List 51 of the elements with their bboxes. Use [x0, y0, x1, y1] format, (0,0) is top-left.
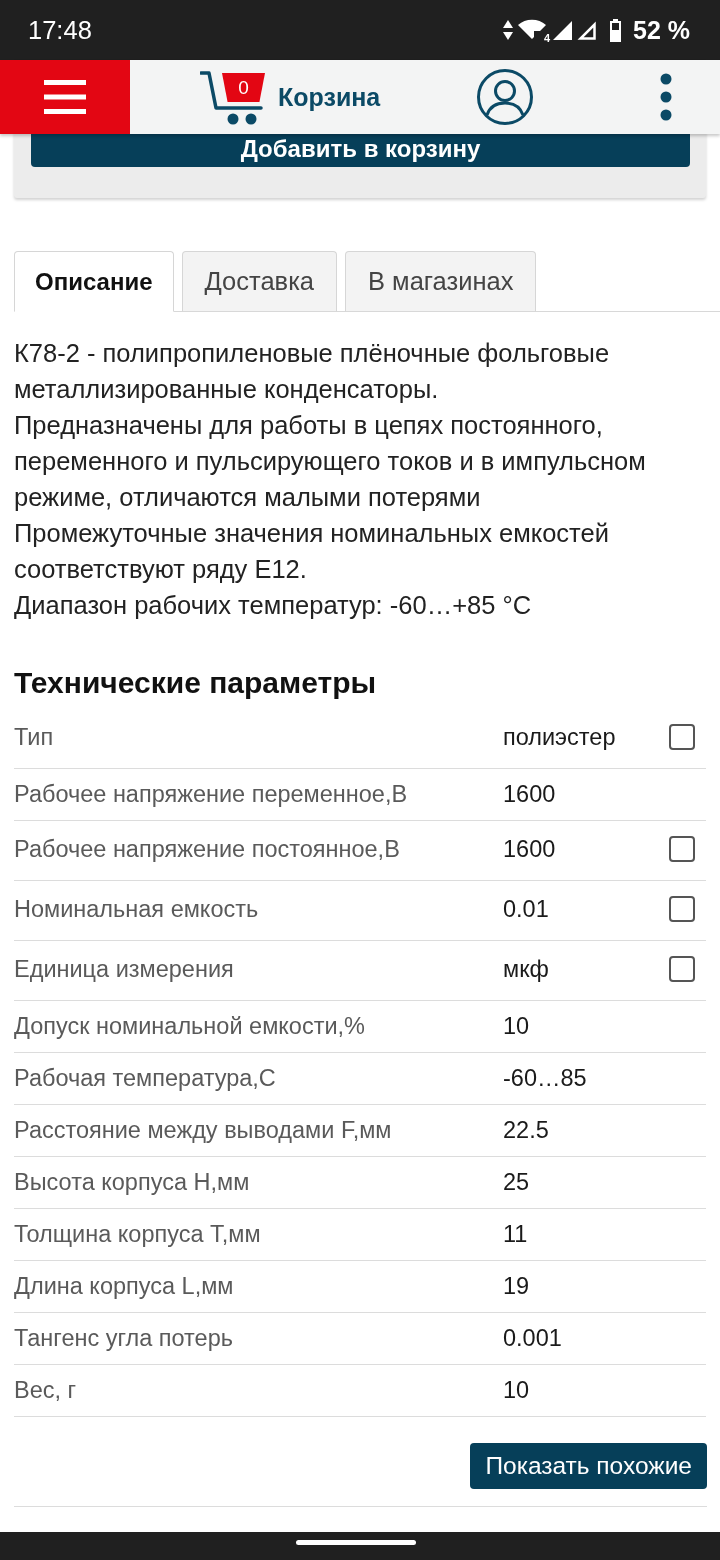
parameter-value: 1600	[503, 835, 557, 863]
parameter-value: 19	[503, 1273, 531, 1300]
description-text: К78-2 - полипропиленовые плёночные фольговые металлизированные конденсаторы. Предназначены для работы в цепях постоянного, переменного и пульсирующего токов и в импульсном режиме, отличаются малыми потерями Промежуточные значения номинальных емкостей соответствуют ряду Е12. Диапазон рабочих температур: -60…+85 °C	[14, 338, 647, 621]
filter-checkbox[interactable]	[669, 896, 695, 922]
show-similar-button[interactable]: Показать похожие	[470, 1443, 707, 1489]
parameter-name: Высота корпуса H,мм	[14, 1169, 251, 1196]
filter-checkbox[interactable]	[669, 836, 695, 862]
parameter-name: Вес, г	[14, 1377, 78, 1404]
parameter-value: 25	[503, 1169, 531, 1196]
more-icon	[660, 73, 672, 121]
battery-percentage: 52 %	[633, 15, 690, 45]
parameter-value: мкф	[503, 955, 550, 983]
data-transfer-icon	[503, 20, 513, 40]
parameter-value: 0.001	[503, 1325, 563, 1352]
menu-button[interactable]	[0, 60, 130, 134]
wifi-icon	[518, 19, 546, 39]
parameter-name: Тип	[14, 723, 55, 751]
parameter-value: 11	[503, 1221, 529, 1248]
parameter-value: -60…85	[503, 1065, 588, 1092]
menu-icon	[44, 80, 86, 114]
cart-icon	[200, 69, 266, 125]
parameter-value: 22.5	[503, 1117, 550, 1144]
cart-count-badge: 0	[222, 73, 265, 102]
battery-icon	[609, 18, 622, 42]
parameter-name: Рабочее напряжение переменное,В	[14, 781, 409, 808]
parameter-name: Рабочая температура,С	[14, 1065, 277, 1092]
parameter-name: Тангенс угла потерь	[14, 1325, 234, 1352]
parameter-value: полиэстер	[503, 723, 617, 751]
parameter-name: Длина корпуса L,мм	[14, 1273, 235, 1300]
parameter-name: Рабочее напряжение постоянное,В	[14, 835, 401, 863]
tab[interactable]: В магазинах	[345, 251, 537, 312]
tab[interactable]: Доставка	[181, 251, 338, 312]
parameter-name: Расстояние между выводами F,мм	[14, 1117, 393, 1144]
parameter-name: Номинальная емкость	[14, 895, 260, 923]
user-icon	[476, 68, 535, 126]
section-title: Технические параметры	[14, 665, 378, 701]
parameter-value: 0.01	[503, 895, 550, 923]
filter-checkbox[interactable]	[669, 724, 695, 750]
parameter-value: 10	[503, 1377, 531, 1404]
parameter-name: Толщина корпуса T,мм	[14, 1221, 262, 1248]
status-time: 17:48	[28, 15, 92, 45]
wifi-standard-label: 4	[543, 33, 550, 44]
parameter-value: 10	[503, 1013, 531, 1040]
tab[interactable]: Описание	[14, 251, 174, 312]
account-button[interactable]	[476, 68, 535, 126]
signal-icon	[553, 20, 572, 40]
filter-checkbox[interactable]	[669, 956, 695, 982]
signal-icon	[577, 20, 596, 40]
parameter-value: 1600	[503, 781, 557, 808]
parameter-name: Допуск номинальной емкости,%	[14, 1013, 366, 1040]
parameter-name: Единица измерения	[14, 955, 235, 983]
